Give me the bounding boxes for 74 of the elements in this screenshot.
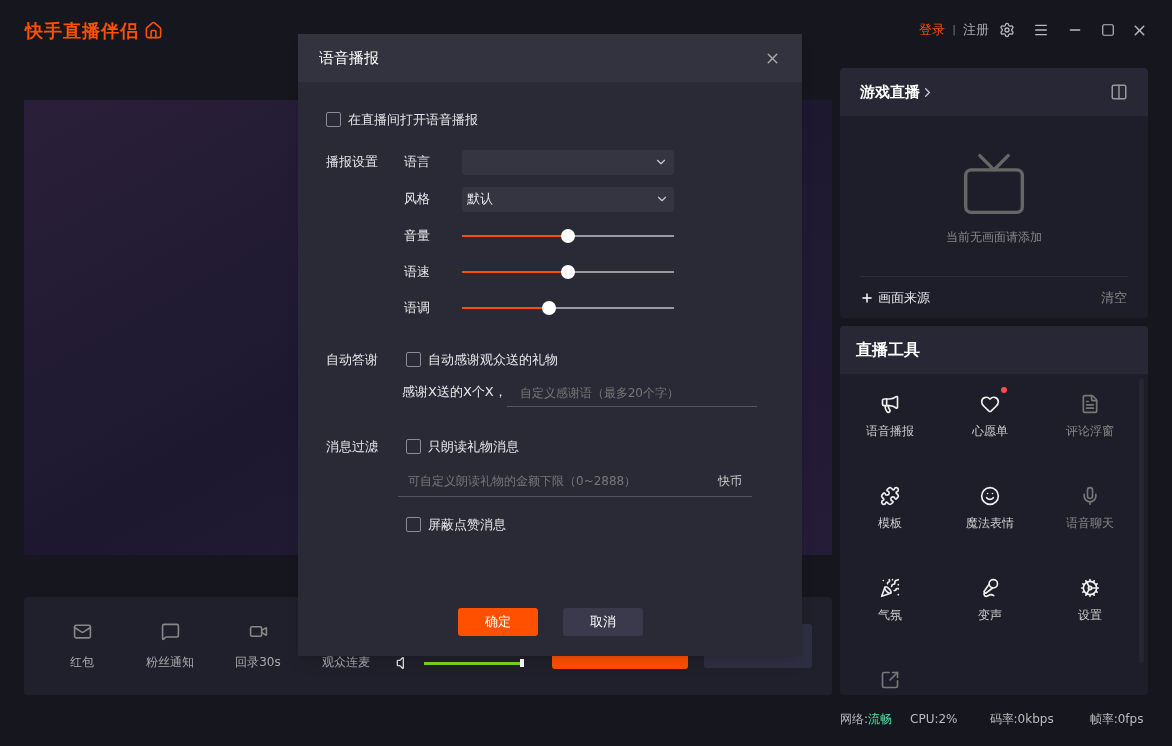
field-label: 语调 xyxy=(404,298,431,317)
checkbox-square[interactable] xyxy=(326,112,341,128)
slider-thumb[interactable] xyxy=(561,228,575,243)
toolbar-button[interactable]: 回录30s xyxy=(214,621,302,671)
slider[interactable] xyxy=(462,264,674,279)
tool-button[interactable]: 语音聊天 xyxy=(1040,474,1140,566)
panel-title: 直播工具 xyxy=(856,339,920,361)
tool-label: 评论浮窗 xyxy=(1066,423,1114,440)
field-label: 语言 xyxy=(404,153,431,172)
panel-title[interactable]: 游戏直播 xyxy=(860,80,920,104)
status-text: 帧率:0fps xyxy=(1089,711,1144,728)
checkbox[interactable]: 自动感谢观众送的礼物 xyxy=(406,349,558,369)
tool-button[interactable]: 模板 xyxy=(840,474,940,566)
clear-link[interactable]: 清空 xyxy=(1101,287,1127,308)
toolbar-button[interactable]: 红包 xyxy=(38,621,126,671)
add-source-button[interactable]: 画面来源 xyxy=(860,287,930,308)
status-text: 码率:0kbps xyxy=(989,711,1054,728)
dialog-title: 语音播报 xyxy=(319,47,379,69)
cancel-button[interactable]: 取消 xyxy=(562,608,643,636)
section-label: 消息过滤 xyxy=(326,438,379,456)
slider-thumb[interactable] xyxy=(561,264,575,279)
tool-label: 设置 xyxy=(1078,607,1102,624)
slider[interactable] xyxy=(462,228,674,243)
field-label: 风格 xyxy=(404,190,431,209)
field-label: 语速 xyxy=(404,262,431,281)
home-icon[interactable] xyxy=(144,20,163,40)
status-label: 网络: xyxy=(840,711,869,728)
checkbox-square[interactable] xyxy=(406,439,421,455)
status-text: CPU:2% xyxy=(910,711,958,728)
checkbox[interactable]: 屏蔽点赞消息 xyxy=(406,514,802,534)
login-link[interactable]: 登录 xyxy=(919,20,946,40)
menu-icon[interactable] xyxy=(1033,22,1049,38)
tool-label: 模板 xyxy=(878,515,902,532)
style-dropdown[interactable]: 默认 xyxy=(462,186,674,212)
checkbox-square[interactable] xyxy=(406,351,421,367)
status-value: 流畅 xyxy=(868,711,893,728)
tool-button[interactable]: 设置 xyxy=(1040,566,1140,658)
section-label: 自动答谢 xyxy=(326,350,379,369)
checkbox[interactable]: 在直播间打开语音播报 xyxy=(326,110,802,130)
slider[interactable] xyxy=(462,300,674,315)
toolbar-button[interactable]: 观众连麦 xyxy=(302,621,390,671)
app-logo: 快手直播伴侣 xyxy=(25,18,139,43)
section-label: 播报设置 xyxy=(326,152,379,171)
tool-button[interactable]: 气氛 xyxy=(840,566,940,658)
tool-label: 变声 xyxy=(978,607,1002,624)
maximize-icon[interactable] xyxy=(1101,23,1115,37)
slider-thumb[interactable] xyxy=(520,659,524,667)
tool-button[interactable]: 心愿单 xyxy=(940,382,1040,474)
unit-text: 快币 xyxy=(718,473,742,490)
slider-thumb[interactable] xyxy=(541,300,556,315)
tool-label: 心愿单 xyxy=(972,423,1008,440)
tool-button[interactable]: 语音播报 xyxy=(840,382,940,474)
checkbox[interactable]: 只朗读礼物消息 xyxy=(406,437,519,457)
envelope-icon xyxy=(72,621,92,641)
thanks-prefix: 感谢X送的X个X， xyxy=(402,382,507,401)
field-label: 音量 xyxy=(404,226,431,245)
tool-label: 语音聊天 xyxy=(1066,515,1114,532)
tool-label: 语音播报 xyxy=(866,423,914,440)
message-icon xyxy=(160,621,180,641)
gift-amount-input[interactable]: 可自定义朗读礼物的金额下限（0~2888） xyxy=(408,472,718,490)
empty-text: 当前无画面请添加 xyxy=(946,229,1042,246)
thanks-input[interactable]: 自定义感谢语（最多20个字） xyxy=(506,379,757,407)
separator-text: | xyxy=(952,21,956,38)
tool-label: 魔法表情 xyxy=(966,515,1014,532)
settings-icon[interactable] xyxy=(999,22,1015,38)
tool-button[interactable]: 变声 xyxy=(940,566,1040,658)
tool-button[interactable]: 评论浮窗 xyxy=(1040,382,1140,474)
register-link[interactable]: 注册 xyxy=(963,20,989,40)
checkbox-square[interactable] xyxy=(406,516,421,532)
tool-button[interactable]: 魔法表情 xyxy=(940,474,1040,566)
tool-label: 气氛 xyxy=(878,607,902,624)
plus-icon xyxy=(860,290,874,305)
layout-icon[interactable] xyxy=(1110,83,1128,101)
toolbar-button[interactable]: 粉丝通知 xyxy=(126,621,214,671)
